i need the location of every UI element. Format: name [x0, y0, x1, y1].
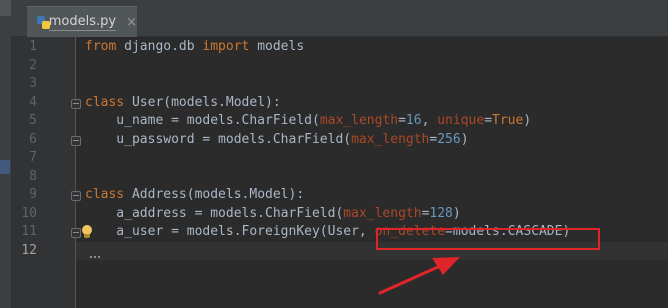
- annotation-box: [376, 228, 600, 250]
- code-token: django.db: [116, 39, 203, 54]
- line-number: 6: [29, 131, 37, 147]
- code-token: =: [484, 113, 493, 128]
- code-line[interactable]: class Address(models.Model):: [85, 186, 304, 204]
- code-token: max_length: [343, 205, 422, 221]
- code-token: import: [202, 39, 250, 54]
- line-number: 12: [21, 242, 37, 258]
- line-number: 3: [29, 76, 37, 91]
- line-number: 5: [29, 113, 37, 128]
- code-editor[interactable]: from django.db import models class User(m…: [76, 37, 668, 308]
- line-number: 10: [21, 205, 37, 221]
- python-file-icon: [37, 15, 50, 29]
- code-token: max_length: [351, 131, 430, 147]
- code-token: ): [460, 131, 469, 147]
- code-token: True: [492, 113, 524, 128]
- code-token: ): [452, 205, 461, 221]
- line-number: 8: [29, 168, 37, 184]
- line-number: 7: [29, 150, 37, 165]
- code-token: 128: [429, 205, 453, 221]
- code-line[interactable]: from django.db import models: [85, 38, 304, 56]
- tool-strip-marker[interactable]: [0, 160, 10, 174]
- code-token: class: [85, 187, 125, 202]
- editor-tab-bar: models.py ×: [11, 0, 668, 37]
- code-token: models: [249, 39, 305, 54]
- code-token: unique: [437, 113, 485, 128]
- code-token: =: [398, 113, 406, 128]
- code-line[interactable]: u_password = models.CharField(max_length…: [85, 131, 469, 149]
- code-token: class: [85, 94, 125, 110]
- code-token: Address(models.Model):: [124, 187, 305, 202]
- code-token: ,: [421, 113, 438, 128]
- line-number: 11: [21, 224, 37, 239]
- tool-strip-top: [0, 0, 11, 16]
- code-token: u_password = models.CharField(: [85, 131, 352, 147]
- code-token: User(models.Model):: [124, 94, 281, 110]
- tab-models-py[interactable]: models.py ×: [27, 6, 137, 37]
- code-token: max_length: [319, 113, 399, 128]
- tab-label: models.py: [48, 13, 117, 31]
- code-line[interactable]: u_name = models.CharField(max_length=16,…: [85, 112, 531, 130]
- line-number: 9: [29, 187, 37, 202]
- inspection-squiggle: [90, 252, 100, 258]
- lightbulb-icon[interactable]: [81, 224, 93, 240]
- line-number: 2: [29, 57, 37, 73]
- code-token: u_name = models.CharField(: [85, 113, 320, 128]
- code-token: 256: [437, 131, 461, 147]
- code-line[interactable]: a_address = models.CharField(max_length=…: [85, 205, 461, 223]
- code-line[interactable]: class User(models.Model):: [85, 94, 281, 112]
- code-token: a_address = models.CharField(: [85, 205, 344, 221]
- code-token: 16: [405, 113, 422, 128]
- line-number-gutter: 1 2 3 4 5 6 7 8 9 10 11 12: [11, 37, 81, 308]
- code-token: a_user = models.ForeignKey(User,: [85, 224, 375, 239]
- line-number: 4: [29, 94, 37, 110]
- code-token: from: [85, 39, 117, 54]
- line-number: 1: [29, 39, 37, 54]
- code-token: ): [523, 113, 532, 128]
- close-icon[interactable]: ×: [126, 15, 137, 30]
